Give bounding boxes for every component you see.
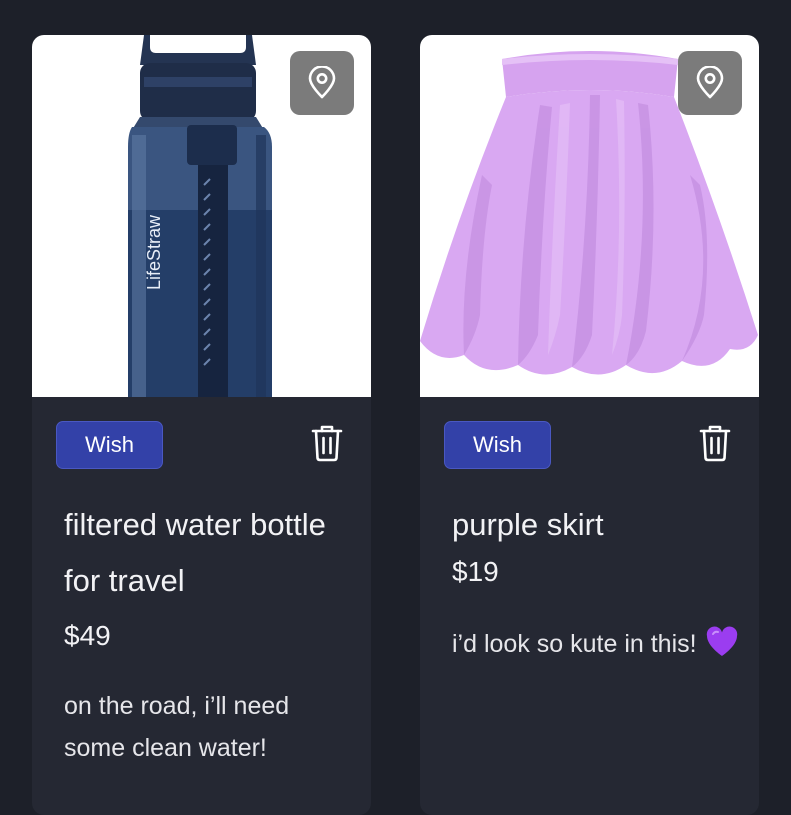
trash-icon: [699, 425, 731, 462]
product-image: LifeStraw: [32, 35, 371, 397]
wish-badge[interactable]: Wish: [444, 421, 551, 469]
item-note-text: i’d look so kute in this!: [452, 630, 697, 658]
delete-button[interactable]: [309, 422, 345, 464]
item-price: $49: [64, 620, 111, 651]
product-image: [420, 35, 759, 397]
bottle-brand-label: LifeStraw: [144, 214, 164, 290]
item-note: on the road, i’ll need some clean water!: [64, 692, 290, 762]
wish-card[interactable]: Wish purple skirt $19 i’d look so kute i…: [420, 35, 759, 815]
trash-icon: [311, 425, 343, 462]
location-button[interactable]: [290, 51, 354, 115]
delete-button[interactable]: [697, 422, 733, 464]
item-title: purple skirt: [452, 507, 604, 542]
location-button[interactable]: [678, 51, 742, 115]
item-price: $19: [452, 556, 499, 587]
location-pin-icon: [308, 66, 336, 99]
location-pin-icon: [696, 66, 724, 99]
wish-badge[interactable]: Wish: [56, 421, 163, 469]
wish-card[interactable]: LifeStraw Wish filtered water bottle for…: [32, 35, 371, 815]
purple-heart-icon: [706, 626, 737, 656]
item-info: filtered water bottle for travel $49 on …: [64, 497, 354, 769]
item-title: filtered water bottle for travel: [64, 507, 326, 598]
item-info: purple skirt $19 i’d look so kute in thi…: [452, 497, 742, 665]
item-note: i’d look so kute in this!: [452, 623, 742, 665]
